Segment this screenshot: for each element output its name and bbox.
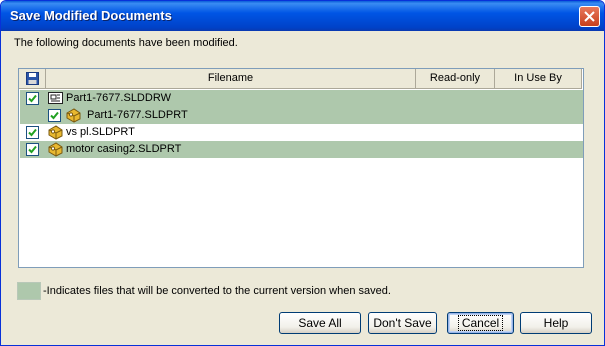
- row-checkbox[interactable]: [26, 126, 39, 139]
- title-bar[interactable]: Save Modified Documents: [1, 1, 604, 31]
- table-row[interactable]: motor casing2.SLDPRT: [20, 141, 583, 158]
- close-icon: [584, 11, 595, 22]
- checkmark-icon: [28, 145, 37, 154]
- file-name: Part1-7677.SLDPRT: [87, 109, 188, 121]
- drawing-icon: [48, 92, 63, 104]
- checkmark-icon: [50, 111, 59, 120]
- save-disk-icon: [25, 72, 39, 85]
- file-name: Part1-7677.SLDDRW: [66, 92, 171, 104]
- table-row[interactable]: Part1-7677.SLDDRW: [20, 90, 583, 107]
- column-header-in-use-by[interactable]: In Use By: [495, 69, 582, 89]
- save-column-header[interactable]: [19, 69, 46, 89]
- file-name: motor casing2.SLDPRT: [66, 143, 182, 155]
- part-icon: [66, 108, 81, 123]
- help-button[interactable]: Help: [520, 312, 592, 334]
- part-icon: [48, 125, 63, 140]
- dont-save-button[interactable]: Don't Save: [368, 312, 437, 334]
- documents-list[interactable]: Filename Read-only In Use By Part1-7677.…: [18, 68, 584, 268]
- save-all-button[interactable]: Save All: [279, 312, 361, 334]
- column-header-read-only[interactable]: Read-only: [416, 69, 495, 89]
- checkmark-icon: [28, 128, 37, 137]
- window-title: Save Modified Documents: [10, 8, 172, 23]
- file-name: vs pl.SLDPRT: [66, 126, 135, 138]
- table-row[interactable]: Part1-7677.SLDPRT: [20, 107, 583, 124]
- column-header-filename[interactable]: Filename: [46, 69, 416, 89]
- row-checkbox[interactable]: [26, 92, 39, 105]
- row-checkbox[interactable]: [48, 109, 61, 122]
- row-checkbox[interactable]: [26, 143, 39, 156]
- description-text: The following documents have been modifi…: [14, 37, 238, 49]
- cancel-button[interactable]: Cancel: [447, 312, 514, 334]
- table-row[interactable]: vs pl.SLDPRT: [20, 124, 583, 141]
- legend-text: -Indicates files that will be converted …: [43, 285, 391, 297]
- legend-swatch: [17, 282, 41, 300]
- save-modified-documents-dialog: Save Modified Documents The following do…: [0, 0, 605, 346]
- close-button[interactable]: [579, 6, 600, 27]
- part-icon: [48, 142, 63, 157]
- checkmark-icon: [28, 94, 37, 103]
